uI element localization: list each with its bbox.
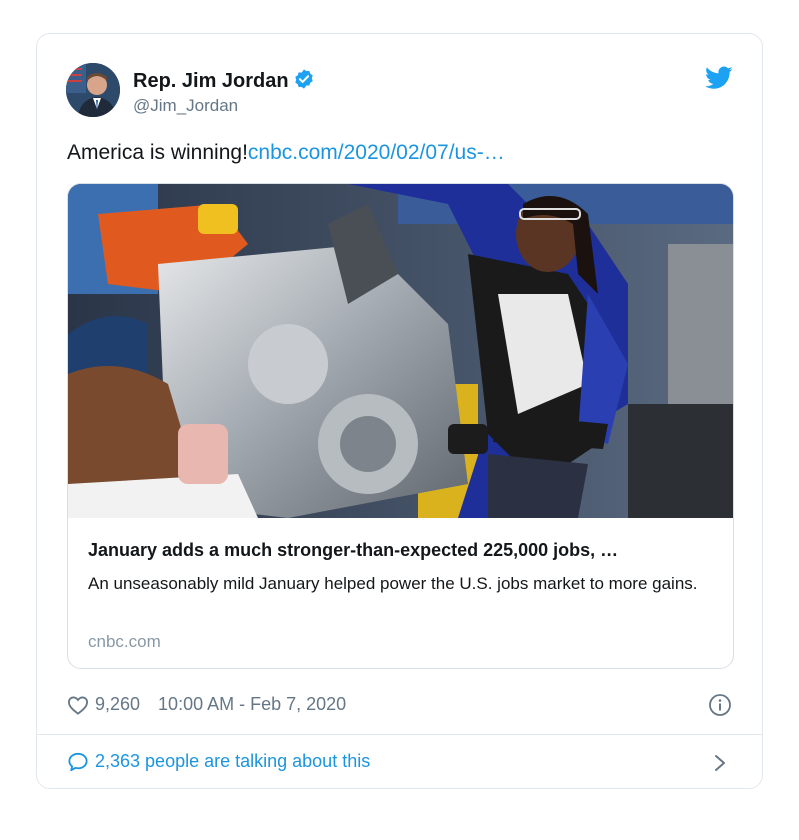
timestamp[interactable]: 10:00 AM - Feb 7, 2020 — [158, 694, 346, 715]
heart-icon[interactable] — [67, 695, 89, 715]
divider — [37, 734, 762, 735]
author-handle[interactable]: @Jim_Jordan — [133, 96, 238, 116]
conversation-text[interactable]: 2,363 people are talking about this — [95, 751, 370, 772]
author-name-text[interactable]: Rep. Jim Jordan — [133, 70, 289, 92]
tweet-text: America is winning!cnbc.com/2020/02/07/u… — [67, 141, 505, 165]
link-card[interactable]: January adds a much stronger-than-expect… — [67, 183, 734, 669]
avatar[interactable] — [66, 63, 120, 117]
tweet-embed: Rep. Jim Jordan @Jim_Jordan America is w… — [36, 33, 763, 789]
tweet-meta: 9,260 10:00 AM - Feb 7, 2020 — [67, 694, 346, 715]
comment-bubble-icon — [68, 752, 88, 771]
card-description: An unseasonably mild January helped powe… — [88, 574, 698, 593]
author-name[interactable]: Rep. Jim Jordan — [133, 68, 315, 93]
tweet-link[interactable]: cnbc.com/2020/02/07/us-… — [248, 141, 505, 164]
chevron-right-icon[interactable] — [713, 753, 727, 773]
verified-badge-icon — [294, 69, 313, 89]
card-title[interactable]: January adds a much stronger-than-expect… — [88, 540, 618, 561]
twitter-bird-icon[interactable] — [705, 66, 733, 90]
article-photo[interactable] — [68, 184, 734, 518]
tweet-body: America is winning! — [67, 141, 248, 164]
card-domain: cnbc.com — [88, 632, 161, 651]
info-icon[interactable] — [708, 693, 732, 717]
like-count[interactable]: 9,260 — [95, 694, 140, 715]
conversation-link[interactable]: 2,363 people are talking about this — [67, 751, 370, 772]
